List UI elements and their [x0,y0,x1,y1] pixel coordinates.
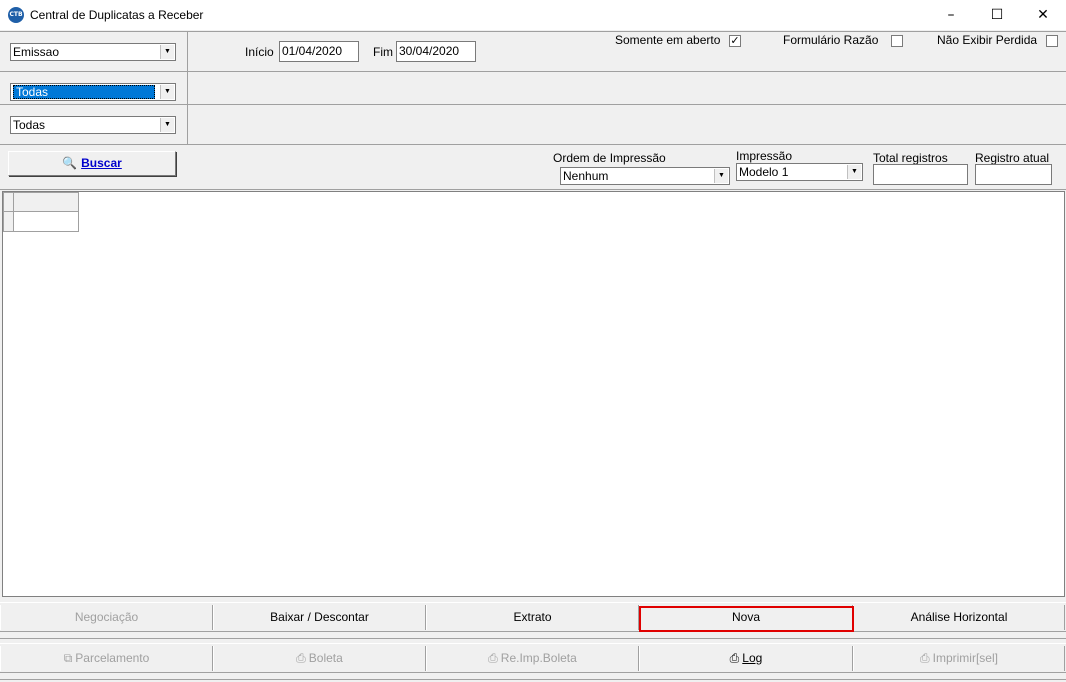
registro-atual-field [975,164,1052,185]
divider [0,631,1066,632]
minimize-button[interactable]: – [928,0,974,30]
fim-date-field[interactable]: 30/04/2020 [396,41,476,62]
app-logo-icon: CTB [8,7,24,23]
nao-exibir-perdida-label: Não Exibir Perdida [937,33,1038,47]
divider [0,104,1066,105]
formulario-razao-checkbox[interactable] [891,35,903,47]
negociacao-button[interactable]: Negociação [0,605,213,630]
log-button[interactable]: ⎙ Log [639,646,853,671]
impressao-value: Modelo 1 [739,165,789,179]
printer-icon: ⎙ [729,651,740,665]
date-type-select[interactable]: Emissao ▼ [10,43,176,61]
reimp-boleta-button[interactable]: ⎙ Re.Imp.Boleta [426,646,639,671]
action-bar-2: ⧉ Parcelamento ⎙ Boleta ⎙ Re.Imp.Boleta ⎙ Lo… [0,646,1066,672]
divider [187,31,188,144]
boleta-label: Boleta [308,651,343,665]
divider [0,679,1066,680]
title-bar: CTB Central de Duplicatas a Receber – ☐ … [0,0,1066,30]
date-type-value: Emissao [13,45,60,59]
divider [0,144,1066,145]
formulario-razao-label: Formulário Razão [783,33,879,47]
printer-icon: ⎙ [920,651,930,665]
divider [0,643,1066,644]
nova-label: Nova [731,610,760,624]
analise-horizontal-label: Análise Horizontal [910,610,1008,624]
impressao-label: Impressão [736,149,793,163]
inicio-date-field[interactable]: 01/04/2020 [279,41,359,62]
main-window: CTB Central de Duplicatas a Receber – ☐ … [0,0,1066,682]
registro-atual-label: Registro atual [975,151,1050,165]
parcelamento-label: Parcelamento [75,651,150,665]
divider [0,31,1066,32]
baixar-descontar-button[interactable]: Baixar / Descontar [213,605,426,630]
log-label: Log [742,651,763,665]
extrato-label: Extrato [513,610,552,624]
buscar-label: Buscar [81,156,122,170]
action-bar-1: Negociação Baixar / Descontar Extrato No… [0,605,1066,631]
chevron-down-icon[interactable]: ▼ [160,85,174,99]
filter-select-3[interactable]: Todas ▼ [10,116,176,134]
parcelamento-icon: ⧉ [63,651,73,665]
filter-select-2-value: Todas [13,85,155,99]
printer-icon: ⎙ [488,651,498,665]
grid-cell[interactable] [13,211,79,232]
filter-select-2[interactable]: Todas ▼ [10,83,176,101]
divider [0,189,1066,190]
chevron-down-icon[interactable]: ▼ [160,45,174,59]
search-icon: 🔍 [62,156,78,170]
close-button[interactable]: ✕ [1020,0,1066,30]
divider [0,672,1066,673]
baixar-descontar-label: Baixar / Descontar [270,610,369,624]
divider [0,602,1066,603]
results-grid[interactable] [2,191,1065,597]
nova-button[interactable]: Nova [639,605,853,630]
divider [0,638,1066,639]
reimp-boleta-label: Re.Imp.Boleta [500,651,577,665]
parcelamento-button[interactable]: ⧉ Parcelamento [0,646,213,671]
inicio-label: Início [245,45,274,59]
total-registros-field [873,164,968,185]
filter-select-3-value: Todas [13,118,46,132]
printer-icon: ⎙ [296,651,306,665]
ordem-impressao-select[interactable]: Nenhum ▼ [560,167,730,185]
chevron-down-icon[interactable]: ▼ [714,169,728,183]
window-title: Central de Duplicatas a Receber [30,8,204,22]
impressao-select[interactable]: Modelo 1 ▼ [736,163,863,181]
nao-exibir-perdida-checkbox[interactable] [1046,35,1058,47]
chevron-down-icon[interactable]: ▼ [160,118,174,132]
analise-horizontal-button[interactable]: Análise Horizontal [853,605,1065,630]
chevron-down-icon[interactable]: ▼ [847,165,861,179]
grid-header-cell[interactable] [13,192,79,212]
buscar-button[interactable]: 🔍 Buscar [8,151,176,176]
somente-aberto-label: Somente em aberto [615,33,721,47]
imprimir-sel-button[interactable]: ⎙ Imprimir[sel] [853,646,1065,671]
maximize-button[interactable]: ☐ [974,0,1020,30]
somente-aberto-checkbox[interactable]: ✓ [729,35,741,47]
total-registros-label: Total registros [873,151,948,165]
divider [0,71,1066,72]
ordem-impressao-value: Nenhum [563,169,609,183]
extrato-button[interactable]: Extrato [426,605,639,630]
negociacao-label: Negociação [74,610,139,624]
ordem-impressao-label: Ordem de Impressão [553,151,666,165]
boleta-button[interactable]: ⎙ Boleta [213,646,426,671]
fim-label: Fim [373,45,393,59]
imprimir-sel-label: Imprimir[sel] [932,651,998,665]
